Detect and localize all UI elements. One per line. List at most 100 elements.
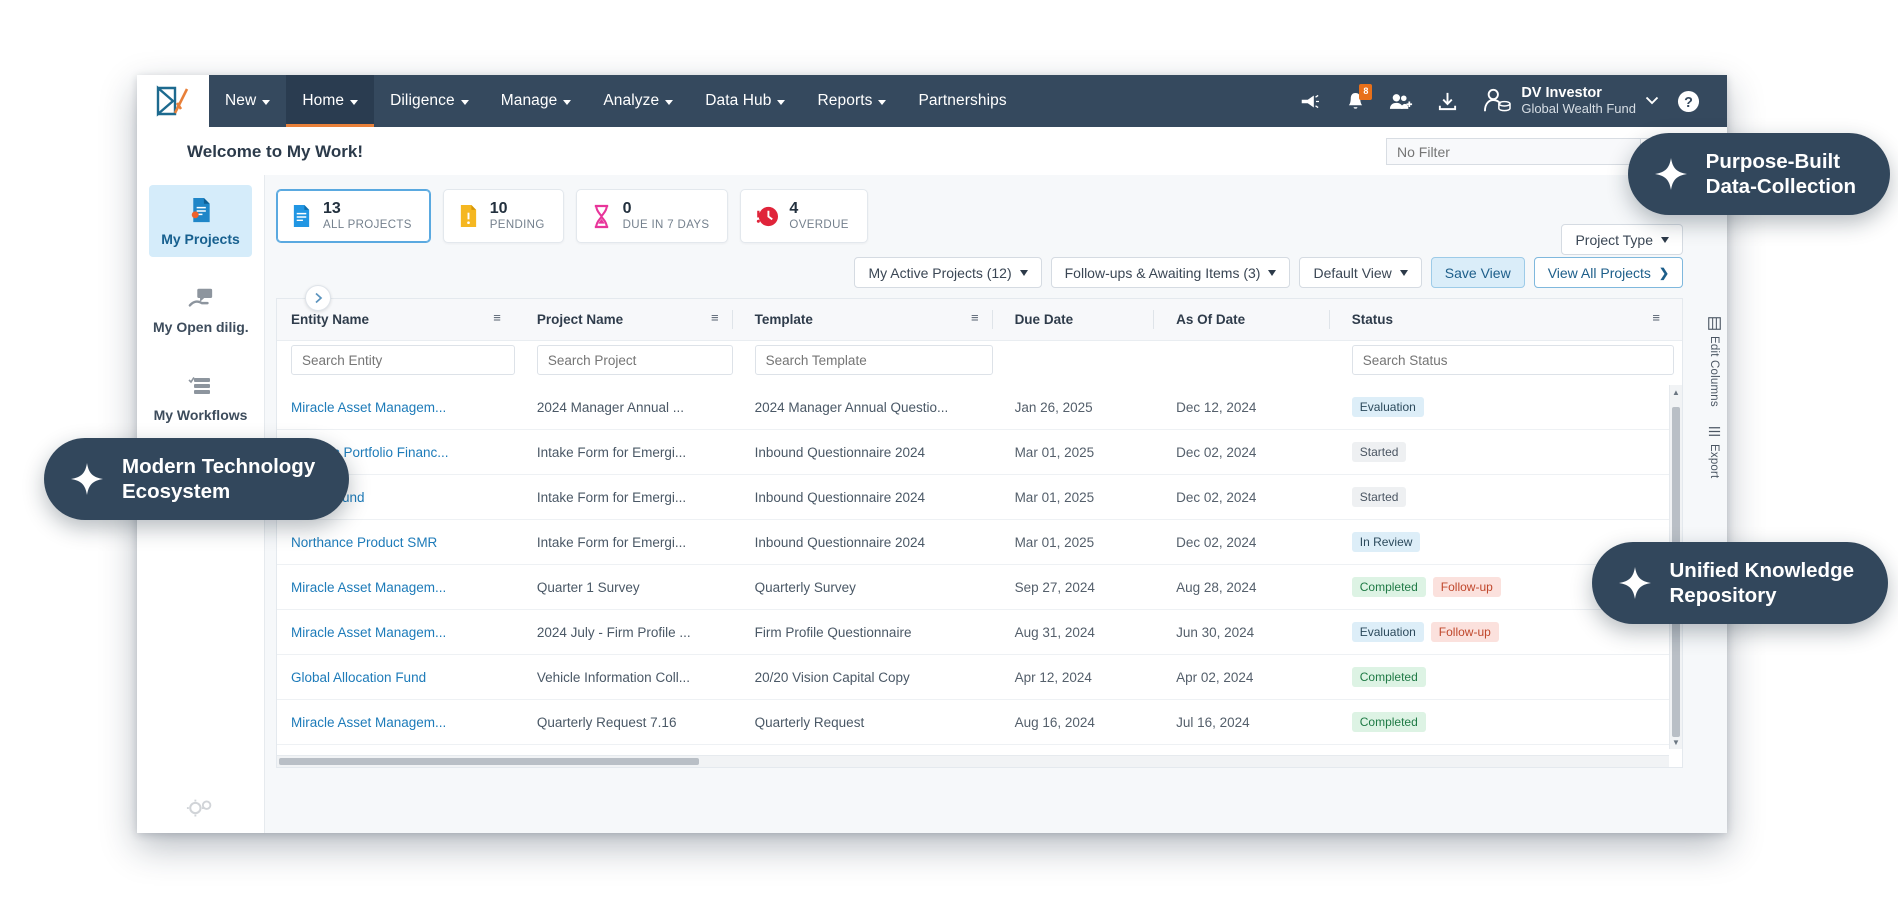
column-search-cell [522,340,741,385]
status-badge: In Review [1351,532,1421,552]
chevron-down-icon [665,99,674,105]
table-row[interactable]: Global Allocation Fund Vehicle Informatio… [277,654,1682,700]
table-row[interactable]: Northance Product SMR Intake Form for Eme… [277,519,1682,565]
nav-item-new[interactable]: New [209,75,286,127]
scroll-down-arrow[interactable]: ▼ [1670,735,1682,749]
column-search-cell [1337,340,1682,385]
toolbar-button-my-active-projects-12[interactable]: My Active Projects (12) [854,257,1042,288]
column-menu-icon[interactable]: ≡ [1652,311,1660,324]
kpi-due-in-7-days[interactable]: 0 DUE IN 7 DAYS [575,189,729,243]
sidebar-item-my-projects[interactable]: My Projects [149,185,252,257]
chevron-down-icon [1268,269,1277,276]
table-row[interactable]: Global FundIntake Form for Emergi...Inbo… [277,474,1682,520]
table-row[interactable]: Miracle Asset Managem... 2024 July - Firm… [277,609,1682,655]
search-input-template[interactable] [754,345,993,375]
megaphone-icon[interactable] [1286,75,1332,127]
scroll-up-arrow[interactable]: ▲ [1670,385,1682,399]
cell-due: Jan 26, 2025 [1000,385,1163,430]
cell-template: 2024 Manager Annual Questio... [740,385,1001,430]
sidebar-item-my-open-diligence[interactable]: My Open dilig... [149,273,252,345]
chevron-down-icon [1019,269,1028,276]
column-header-due-date[interactable]: Due Date [1000,299,1163,341]
toolbar-button-view-all-projects[interactable]: View All Projects ❯ [1533,257,1683,288]
sidebar-expand-button[interactable] [305,285,331,311]
cell-project: Quarter 1 Survey [522,564,741,610]
nav-item-diligence[interactable]: Diligence [374,75,485,127]
toolbar-button-default-view[interactable]: Default View [1299,257,1422,288]
kpi-label: OVERDUE [789,218,849,231]
column-menu-icon[interactable]: ≡ [971,311,979,324]
cell-entity[interactable]: Global Allocation Fund [277,654,523,700]
export-button[interactable]: Export [1708,425,1721,478]
export-label: Export [1708,443,1720,479]
nav-item-analyze[interactable]: Analyze [587,75,689,127]
document-dot-icon [153,197,248,223]
kpi-number: 13 [323,200,341,218]
callout-purpose-built-data-collection: Purpose-Built Data-Collection [1627,133,1890,215]
status-badge: Completed [1351,577,1426,597]
download-icon[interactable] [1424,75,1470,127]
nav-item-partnerships[interactable]: Partnerships [902,75,1022,127]
toolbar-button-save-view[interactable]: Save View [1430,257,1525,288]
kpi-label: PENDING [489,218,545,231]
table-row[interactable]: Miracle Asset Managem... 2024 Manager Ann… [277,385,1682,430]
nav-item-home[interactable]: Home [286,75,375,127]
chevron-down-icon [777,99,786,105]
cell-project: Quarterly Request 7.16 [522,699,741,745]
column-header-status[interactable]: Status ≡ [1337,299,1682,341]
table-row[interactable]: Olympic Portfolio Financ... Intake Form f… [277,429,1682,475]
cell-entity[interactable]: Miracle Asset Managem... [277,564,523,610]
cell-entity[interactable]: Miracle Asset Managem... [277,699,523,745]
scrollbar-thumb-horizontal[interactable] [279,758,699,765]
toolbar-button-follow-ups-awaiting-items-3[interactable]: Follow-ups & Awaiting Items (3) [1050,257,1291,288]
column-header-as-of-date[interactable]: As Of Date [1162,299,1338,341]
nav-item-label: Data Hub [705,92,772,109]
users-add-icon[interactable] [1378,75,1424,127]
search-input-entity-name[interactable] [291,345,515,375]
kpi-overdue[interactable]: 4 OVERDUE [740,189,868,243]
column-header-template[interactable]: Template ≡ [740,299,1001,341]
column-menu-icon[interactable]: ≡ [711,311,719,324]
table-horizontal-scrollbar[interactable] [277,755,1669,767]
sidebar-item-my-workflows[interactable]: My Workflows [149,361,252,433]
cell-entity[interactable]: Northance Product SMR [277,519,523,565]
search-input-status[interactable] [1351,345,1674,375]
column-header-project-name[interactable]: Project Name ≡ [522,299,741,341]
settings-gears-icon[interactable] [137,797,264,819]
status-badge: Completed [1351,712,1426,732]
app-logo[interactable] [137,75,209,127]
kpi-label: DUE IN 7 DAYS [622,218,710,231]
chevron-right-icon: ❯ [1658,265,1669,280]
status-badge: Started [1351,487,1407,507]
filter-input[interactable] [1386,138,1640,165]
column-header-label: Entity Name [291,312,370,327]
bell-icon[interactable]: 8 [1332,75,1378,127]
column-menu-icon[interactable]: ≡ [493,311,501,324]
nav-item-label: Analyze [603,92,660,109]
table-row[interactable]: Miracle Asset Managem... Quarter 1 Survey… [277,564,1682,610]
clock-alert-red-icon [757,206,779,226]
nav-item-manage[interactable]: Manage [485,75,588,127]
column-search-cell [740,340,1001,385]
nav-item-label: Partnerships [918,92,1007,109]
nav-item-data-hub[interactable]: Data Hub [689,75,801,127]
cell-entity[interactable]: Miracle Asset Managem... [277,609,523,655]
column-header-label: Due Date [1014,312,1074,327]
status-badge: Evaluation [1351,397,1424,417]
global-filter [1386,138,1670,165]
user-name: DV Investor [1521,85,1602,102]
nav-item-reports[interactable]: Reports [801,75,902,127]
table-row[interactable]: Miracle Asset Managem... Quarterly Reques… [277,699,1682,745]
kpi-pending[interactable]: 10 PENDING [442,189,564,243]
cell-due: Sep 27, 2024 [1000,564,1163,610]
cell-entity[interactable]: Miracle Asset Managem... [277,385,523,430]
column-header-label: Status [1351,312,1394,327]
search-input-project-name[interactable] [536,345,733,375]
user-account-menu[interactable]: DV Investor Global Wealth Fund [1470,85,1665,117]
help-icon[interactable]: ? [1665,75,1711,127]
cell-asof: Dec 12, 2024 [1162,385,1338,430]
chevron-down-icon [1661,236,1669,243]
edit-columns-button[interactable]: Edit Columns [1707,317,1721,407]
kpi-all-projects[interactable]: 13 ALL PROJECTS [276,189,431,243]
project-type-dropdown[interactable]: Project Type [1561,224,1683,255]
